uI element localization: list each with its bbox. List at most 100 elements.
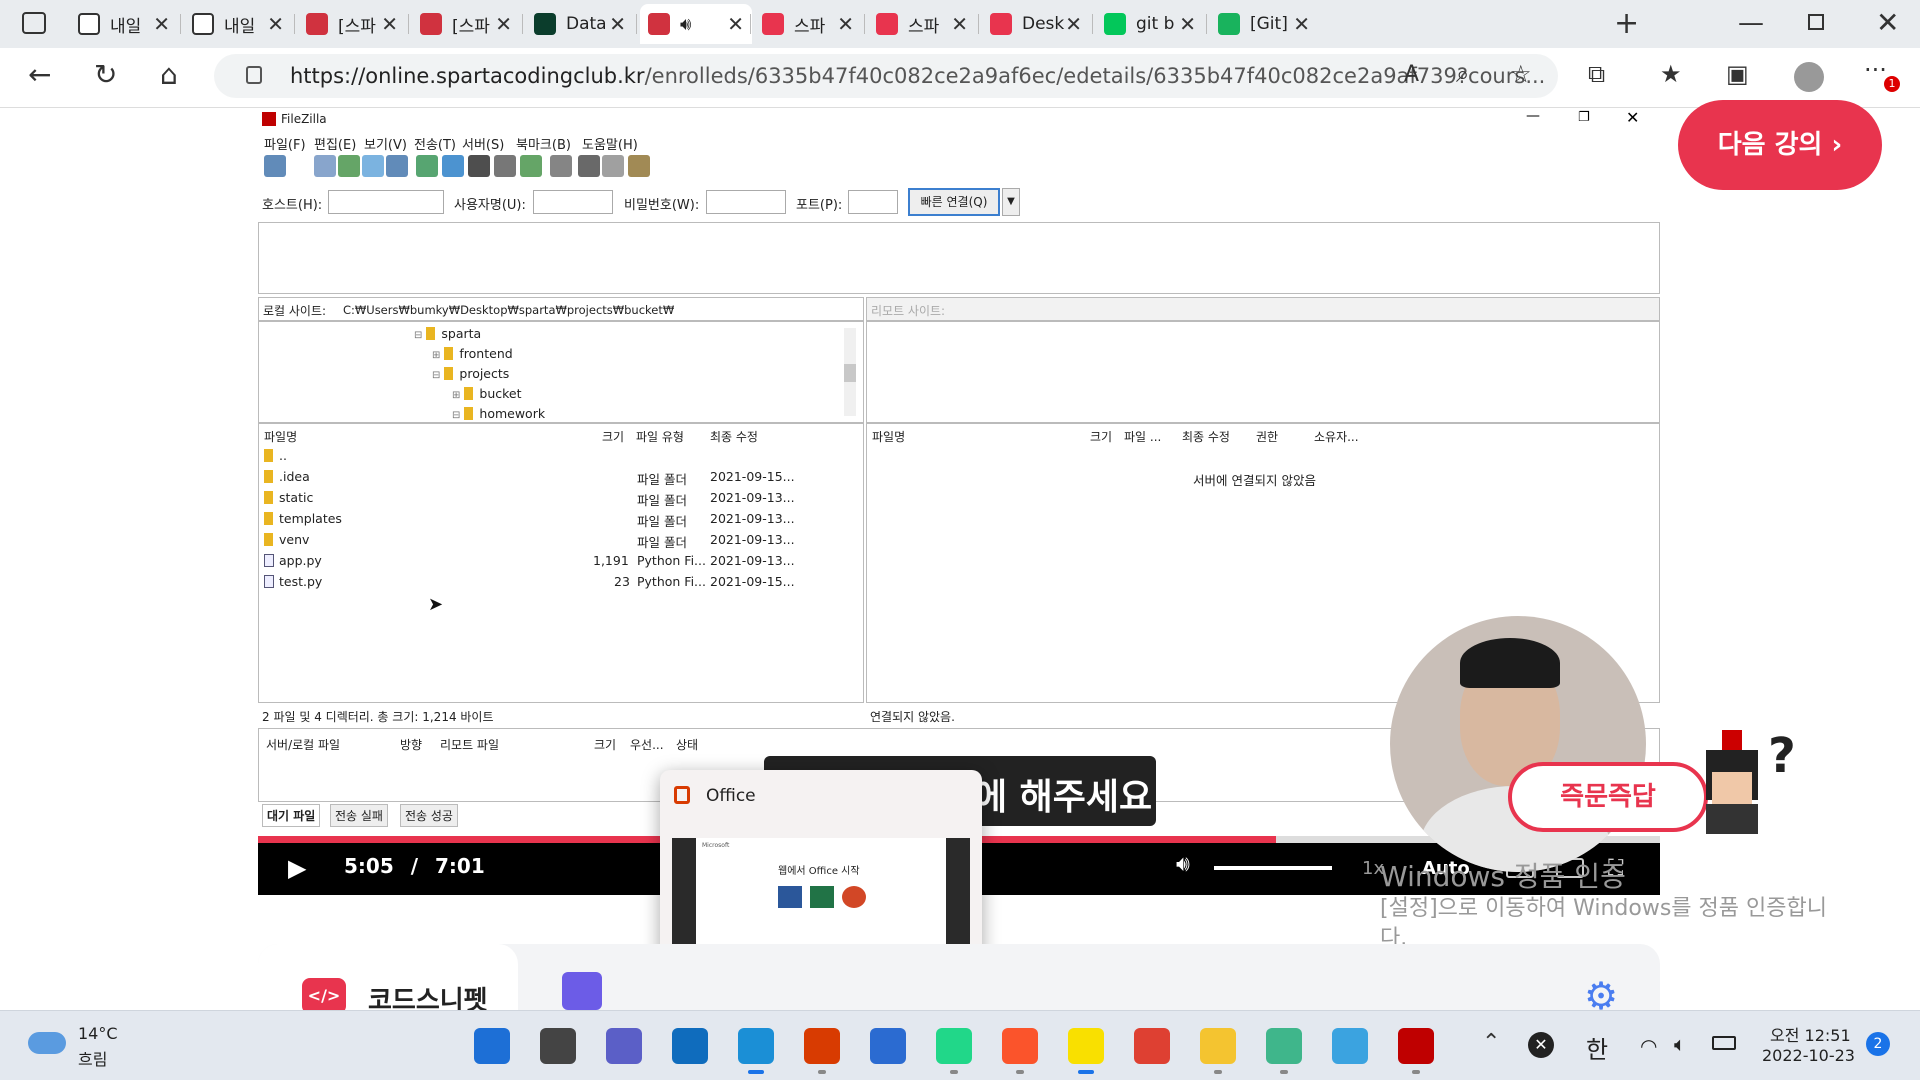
restore-button[interactable] (1808, 14, 1824, 30)
browser-tab[interactable]: Desk ✕ (982, 4, 1090, 44)
refresh-icon[interactable]: ↻ (94, 58, 117, 91)
speaker-icon[interactable]: 🔈︎ (1674, 1032, 1686, 1056)
tree-scrollbar (844, 328, 856, 416)
start-icon[interactable] (474, 1028, 510, 1064)
volume-slider[interactable] (1214, 866, 1332, 870)
browser-tab[interactable]: git b ✕ (1096, 4, 1204, 44)
tab-separator (294, 14, 295, 34)
clock-date[interactable]: 2022-10-23 (1762, 1046, 1855, 1065)
fz-menu-item: 편집(E) (314, 138, 357, 153)
browser-tab[interactable]: 스파 ✕ (754, 4, 862, 44)
tab-close-icon[interactable]: ✕ (1065, 12, 1082, 36)
remote-empty-message: 서버에 연결되지 않았음 (1193, 473, 1316, 488)
favorites-icon[interactable]: ★ (1660, 60, 1682, 88)
tree-item-label: sparta (441, 326, 482, 341)
checklist-icon[interactable] (562, 972, 602, 1010)
taskview-icon[interactable] (540, 1028, 576, 1064)
folder-icon (264, 533, 273, 546)
tab-close-icon[interactable]: ✕ (1179, 12, 1196, 36)
volume-icon[interactable]: 🔊︎ (1176, 852, 1190, 877)
new-tab-button[interactable]: + (1614, 6, 1639, 41)
browser-tab[interactable]: 내일 ✕ (70, 4, 178, 44)
notification-count[interactable]: 2 (1866, 1032, 1890, 1056)
profile-avatar[interactable] (1794, 62, 1824, 92)
gitkraken-icon[interactable] (1266, 1028, 1302, 1064)
minimize-button[interactable]: — (1738, 8, 1764, 38)
teams-chat-icon[interactable] (606, 1028, 642, 1064)
browser-tab[interactable]: [Git] ✕ (1210, 4, 1318, 44)
tab-close-icon[interactable]: ✕ (381, 12, 398, 36)
tray-chevron-icon[interactable]: ⌃ (1482, 1030, 1500, 1055)
cloud-icon[interactable] (28, 1032, 66, 1054)
file-name: test.py (279, 574, 323, 589)
file-date: 2021-09-13... (710, 553, 795, 568)
lock-icon[interactable] (246, 66, 262, 84)
home-icon[interactable]: ⌂ (160, 58, 178, 91)
queue-column-header: 우선... (630, 738, 664, 752)
battery-icon[interactable] (1712, 1036, 1736, 1050)
tab-separator (522, 14, 523, 34)
tab-close-icon[interactable]: ✕ (609, 12, 626, 36)
folder-icon (444, 347, 454, 360)
browser-tab[interactable]: 내일 ✕ (184, 4, 292, 44)
back-icon[interactable]: ← (28, 58, 51, 91)
fz-menu-item: 파일(F) (264, 138, 306, 153)
browser-tab[interactable]: 🔊︎ ✕ (640, 4, 752, 44)
ime-indicator[interactable]: 한 (1586, 1030, 1608, 1065)
running-indicator (748, 1070, 764, 1074)
store-icon[interactable] (870, 1028, 906, 1064)
tab-close-icon[interactable]: ✕ (727, 12, 744, 36)
weather-temp[interactable]: 14°C (78, 1024, 118, 1043)
extensions-icon[interactable]: ⧉ (1588, 60, 1605, 88)
play-icon[interactable]: ▶ (288, 854, 306, 882)
brave-icon[interactable] (1002, 1028, 1038, 1064)
column-header: 소유자... (1314, 430, 1359, 444)
settings-more-icon[interactable]: ··· (1864, 56, 1887, 84)
collections-icon[interactable]: ▣ (1726, 60, 1749, 88)
folder-icon (264, 491, 273, 504)
favorite-add-icon[interactable]: ☆ (1510, 60, 1532, 88)
browser-tab[interactable]: [스파 ✕ (412, 4, 520, 44)
tab-close-icon[interactable]: ✕ (1293, 12, 1310, 36)
file-explorer-icon[interactable] (1200, 1028, 1236, 1064)
clock-time[interactable]: 오전 12:51 (1770, 1022, 1851, 1046)
file-size: 23 (614, 574, 630, 589)
browser-tab[interactable]: Data ✕ (526, 4, 634, 44)
column-header: 파일 ... (1124, 430, 1162, 444)
office-preview-heading: 웹에서 Office 시작 (778, 866, 860, 877)
qna-badge[interactable]: 즉문즉답 (1508, 762, 1708, 832)
tab-close-icon[interactable]: ✕ (267, 12, 284, 36)
chrome-icon[interactable] (1134, 1028, 1170, 1064)
tree-item: ⊞ frontend (432, 346, 513, 361)
edge-icon[interactable] (738, 1028, 774, 1064)
notepad-icon[interactable] (1332, 1028, 1368, 1064)
url-text[interactable]: https://online.spartacodingclub.kr/enrol… (290, 64, 1545, 88)
close-window-button[interactable]: ✕ (1876, 6, 1899, 39)
next-lecture-button[interactable]: 다음 강의 › (1678, 100, 1882, 190)
weather-desc[interactable]: 흐림 (78, 1046, 107, 1070)
mail-icon[interactable] (672, 1028, 708, 1064)
wifi-icon[interactable]: ◠ (1640, 1034, 1657, 1058)
quick-connect-dropdown-icon: ▼ (1002, 188, 1020, 216)
tab-close-icon[interactable]: ✕ (951, 12, 968, 36)
fz-menu-item: 서버(S) (462, 138, 505, 153)
read-aloud-icon[interactable]: A (1404, 62, 1419, 87)
zoom-icon[interactable]: ⌕ (1456, 60, 1469, 88)
file-row: test.py (264, 574, 322, 589)
pycharm-icon[interactable] (936, 1028, 972, 1064)
queue-column-header: 리모트 파일 (440, 738, 500, 752)
running-indicator (1412, 1070, 1420, 1074)
filezilla-icon[interactable] (1398, 1028, 1434, 1064)
tab-audio-icon[interactable]: 🔊︎ (680, 14, 691, 35)
tray-app-icon[interactable]: ✕ (1528, 1032, 1554, 1058)
pass-input (706, 190, 786, 214)
tab-close-icon[interactable]: ✕ (495, 12, 512, 36)
python-file-icon (264, 554, 274, 567)
office-icon[interactable] (804, 1028, 840, 1064)
kakaotalk-icon[interactable] (1068, 1028, 1104, 1064)
tab-close-icon[interactable]: ✕ (153, 12, 170, 36)
tab-close-icon[interactable]: ✕ (837, 12, 854, 36)
tab-actions-icon[interactable] (22, 12, 46, 34)
browser-tab[interactable]: [스파 ✕ (298, 4, 406, 44)
browser-tab[interactable]: 스파 ✕ (868, 4, 976, 44)
